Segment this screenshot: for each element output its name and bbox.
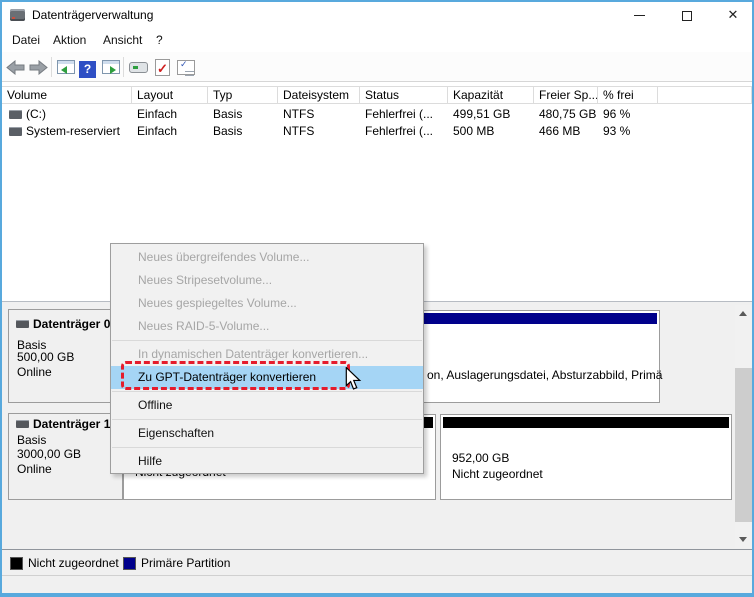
- disk0-label-box[interactable]: Datenträger 0 Basis 500,00 GB Online: [8, 309, 123, 403]
- volume-name: (C:): [26, 107, 46, 121]
- cell-layout: Einfach: [137, 124, 178, 138]
- disk0-size: 500,00 GB: [17, 350, 75, 364]
- title-bar: Datenträgerverwaltung ✕: [2, 2, 752, 29]
- cell-freier: 466 MB: [539, 124, 581, 138]
- vertical-scrollbar[interactable]: [735, 305, 752, 548]
- menu-item-new-striped-volume: Neues Stripesetvolume...: [138, 273, 273, 287]
- cell-typ: Basis: [213, 107, 243, 121]
- disk1-unallocated-right[interactable]: 952,00 GB Nicht zugeordnet: [440, 414, 732, 500]
- menu-separator: [112, 447, 422, 448]
- legend-bar: Nicht zugeordnet Primäre Partition: [2, 549, 752, 575]
- scroll-up-icon[interactable]: [735, 305, 752, 322]
- cell-dateisystem: NTFS: [283, 124, 315, 138]
- disk-icon: [16, 320, 29, 328]
- menu-item-new-spanned-volume: Neues übergreifendes Volume...: [138, 250, 310, 264]
- col-status[interactable]: Status: [360, 87, 448, 103]
- legend-label-primary: Primäre Partition: [141, 556, 231, 570]
- cell-typ: Basis: [213, 124, 243, 138]
- disk1-label-box[interactable]: Datenträger 1 Basis 3000,00 GB Online: [8, 413, 123, 500]
- cell-freier: 480,75 GB: [539, 107, 597, 121]
- volume-table-header: Volume Layout Typ Dateisystem Status Kap…: [2, 86, 752, 104]
- app-icon: [10, 9, 25, 21]
- menu-item-offline[interactable]: Offline: [111, 394, 423, 417]
- menu-item-new-raid5-volume: Neues RAID-5-Volume...: [138, 319, 270, 333]
- disk-management-window: Datenträgerverwaltung ✕ Datei Aktion Ans…: [0, 0, 754, 597]
- menu-separator: [112, 340, 422, 341]
- col-filler: [658, 87, 752, 103]
- volume-icon: [9, 110, 22, 119]
- disk1-name: Datenträger 1: [33, 417, 111, 431]
- help-icon[interactable]: ?: [79, 57, 99, 78]
- cell-status: Fehlerfrei (...: [365, 124, 434, 138]
- legend-swatch-unallocated: [10, 557, 23, 570]
- scroll-down-icon[interactable]: [735, 531, 752, 548]
- disk1-status: Online: [17, 462, 52, 476]
- menu-item-properties[interactable]: Eigenschaften: [111, 422, 423, 445]
- forward-icon[interactable]: [28, 57, 48, 77]
- cell-kapazitaet: 499,51 GB: [453, 107, 511, 121]
- status-bar: [2, 575, 752, 593]
- toolbar-separator: [51, 57, 52, 77]
- window-title: Datenträgerverwaltung: [32, 8, 154, 22]
- scrollbar-thumb[interactable]: [735, 368, 752, 522]
- disk-icon: [16, 420, 29, 428]
- menu-datei[interactable]: Datei: [12, 29, 40, 52]
- disk0-partition-text: on, Auslagerungsdatei, Absturzabbild, Pr…: [427, 368, 663, 382]
- menu-help[interactable]: ?: [156, 29, 163, 52]
- mouse-cursor-icon: [345, 366, 362, 396]
- popup-window-icon[interactable]: [129, 57, 149, 77]
- menu-bar: Datei Aktion Ansicht ?: [2, 29, 752, 52]
- back-icon[interactable]: [6, 57, 26, 77]
- col-freier-speicher[interactable]: Freier Sp...: [534, 87, 598, 103]
- table-row-system-reserved[interactable]: System-reserviert Einfach Basis NTFS Feh…: [2, 123, 752, 140]
- menu-item-new-mirrored-volume: Neues gespiegeltes Volume...: [138, 296, 297, 310]
- disk1-right-label: Nicht zugeordnet: [452, 467, 543, 481]
- disk1-right-size: 952,00 GB: [452, 451, 510, 465]
- cell-dateisystem: NTFS: [283, 107, 315, 121]
- toolbar: ? ✓ ✓: [2, 52, 752, 82]
- context-menu: Neues übergreifendes Volume... Neues Str…: [110, 243, 424, 474]
- menu-separator: [112, 419, 422, 420]
- col-volume[interactable]: Volume: [2, 87, 132, 103]
- col-dateisystem[interactable]: Dateisystem: [278, 87, 360, 103]
- menu-aktion[interactable]: Aktion: [53, 29, 86, 52]
- maximize-icon: [682, 10, 692, 21]
- menu-ansicht[interactable]: Ansicht: [103, 29, 142, 52]
- unallocated-stripe: [443, 417, 729, 428]
- disk1-type: Basis: [17, 433, 47, 447]
- disk1-size: 3000,00 GB: [17, 447, 82, 461]
- cell-status: Fehlerfrei (...: [365, 107, 434, 121]
- col-kapazitaet[interactable]: Kapazität: [448, 87, 534, 103]
- red-dashed-annotation: [121, 361, 350, 390]
- minimize-button[interactable]: [622, 2, 656, 29]
- checklist-icon[interactable]: ✓: [176, 57, 196, 77]
- col-layout[interactable]: Layout: [132, 87, 208, 103]
- volume-name: System-reserviert: [26, 124, 121, 138]
- action-check-icon[interactable]: ✓: [153, 57, 173, 77]
- cell-frei: 93 %: [603, 124, 631, 138]
- menu-item-help[interactable]: Hilfe: [111, 450, 423, 473]
- disk0-status: Online: [17, 365, 52, 379]
- cell-frei: 96 %: [603, 107, 631, 121]
- table-row-c[interactable]: (C:) Einfach Basis NTFS Fehlerfrei (... …: [2, 106, 752, 123]
- menu-separator: [112, 391, 422, 392]
- close-button[interactable]: ✕: [716, 2, 750, 29]
- col-typ[interactable]: Typ: [208, 87, 278, 103]
- show-action-pane-icon[interactable]: [101, 57, 121, 77]
- disk0-name: Datenträger 0: [33, 317, 111, 331]
- minimize-icon: [633, 15, 645, 17]
- volume-icon: [9, 127, 22, 136]
- legend-label-unallocated: Nicht zugeordnet: [28, 556, 119, 570]
- maximize-button[interactable]: [670, 2, 704, 29]
- toolbar-separator: [123, 57, 124, 77]
- cell-kapazitaet: 500 MB: [453, 124, 495, 138]
- cell-layout: Einfach: [137, 107, 178, 121]
- show-console-tree-icon[interactable]: [56, 57, 76, 77]
- legend-swatch-primary: [123, 557, 136, 570]
- col-prozent-frei[interactable]: % frei: [598, 87, 658, 103]
